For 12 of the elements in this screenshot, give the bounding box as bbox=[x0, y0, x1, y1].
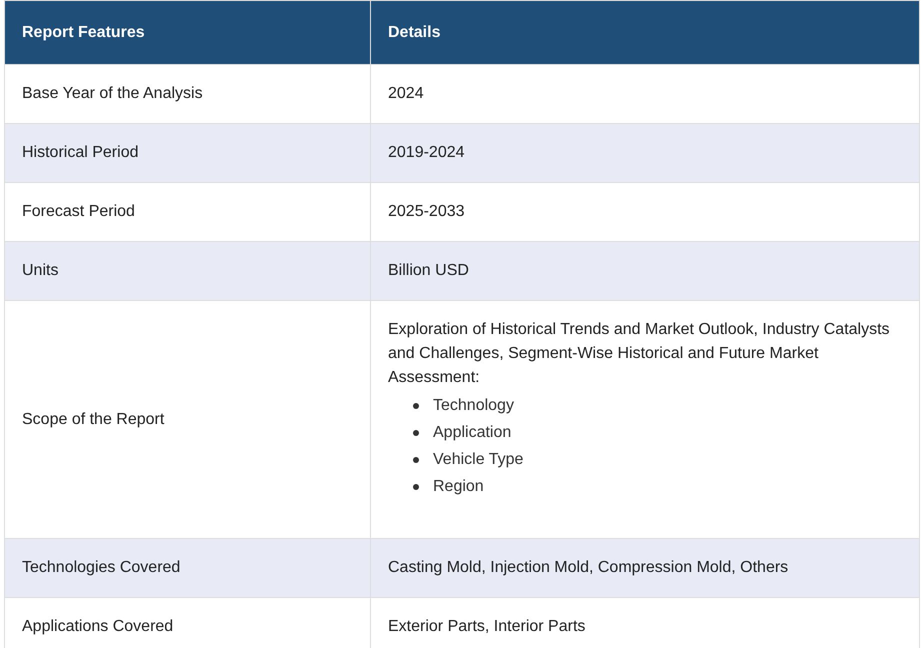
list-item: Region bbox=[433, 476, 484, 496]
list-item: Vehicle Type bbox=[433, 450, 524, 470]
column-header: Report Features bbox=[4, 0, 370, 64]
scope-description: Exploration of Historical Trends and Market Outlook, Industry Catalysts and Challenges, Segment-Wise Historical and Future Market Assessment: bbox=[388, 320, 891, 388]
list-item: Technology bbox=[433, 396, 514, 416]
bullet-icon bbox=[413, 430, 419, 436]
column-header: Details bbox=[370, 0, 920, 64]
list-item: Application bbox=[433, 422, 512, 442]
bullet-icon bbox=[413, 484, 419, 490]
bullet-icon bbox=[413, 402, 419, 408]
bullet-icon bbox=[413, 456, 419, 462]
table-cell: Applications Covered bbox=[4, 598, 370, 648]
